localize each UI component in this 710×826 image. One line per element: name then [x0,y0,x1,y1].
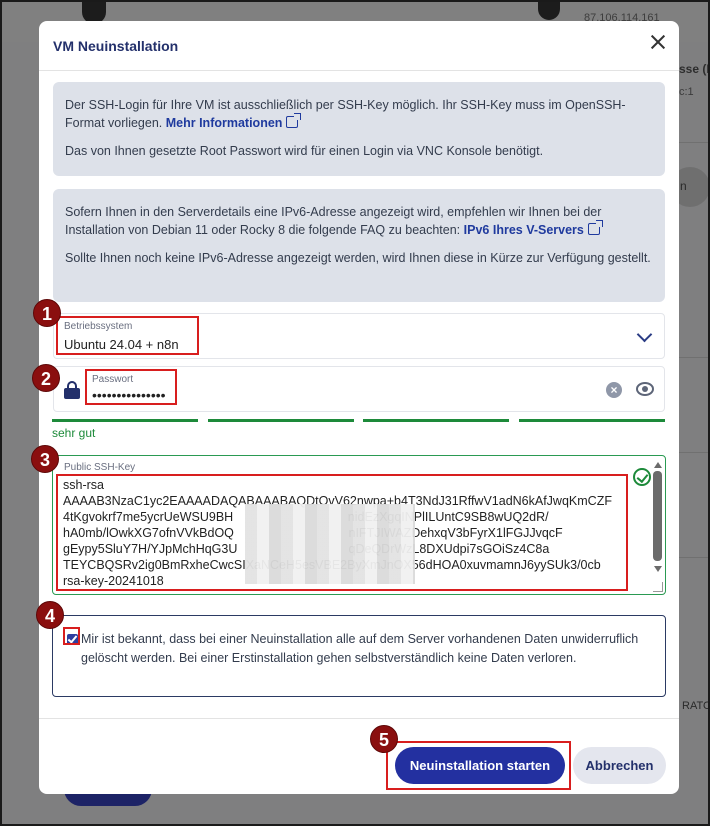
strength-segment [519,419,665,422]
reinstall-modal: VM Neuinstallation Der SSH-Login für Ihr… [39,21,679,794]
backdrop-side-sub: c:1 [679,86,694,98]
consent-text: Mir ist bekannt, dass bei einer Neuinsta… [81,632,639,665]
start-reinstall-button[interactable]: Neuinstallation starten [395,747,565,784]
close-icon[interactable] [647,31,669,53]
ipv6-pending-info: Sollte Ihnen noch keine IPv6-Adresse ang… [65,251,651,265]
backdrop-pill-label: n [680,179,687,193]
valid-check-icon [633,468,651,486]
show-password-eye-icon[interactable] [636,382,654,396]
step-badge-4: 4 [36,601,64,629]
lock-icon [64,381,80,399]
strength-segment [208,419,354,422]
backdrop-side-heading: sse (IP [679,62,710,76]
ssh-key-label: Public SSH-Key [64,462,136,473]
backdrop-divider [679,357,708,358]
ssh-key-field[interactable]: Public SSH-Key ssh-rsa AAAAB3NzaC1yc2EAA… [52,455,666,595]
external-link-icon [587,220,603,235]
ssh-key-line: ssh-rsa [63,478,104,492]
strength-segment [363,419,509,422]
consent-checkbox[interactable] [67,634,78,645]
scroll-up-arrow-icon[interactable] [654,462,662,468]
redacted-blur [245,504,415,584]
password-label: Passwort [92,374,134,385]
ssh-info-text: Der SSH-Login für Ihre VM ist ausschließ… [65,98,626,130]
root-password-info: Das von Ihnen gesetzte Root Passwort wir… [65,144,544,158]
backdrop-rato-text: RATO [682,700,710,712]
backdrop-divider [679,452,708,453]
screenshot-frame: 87.106.114.161 sse (IP c:1 n RATO VM Neu… [0,0,710,826]
os-select[interactable]: Betriebssystem Ubuntu 24.04 + n8n [53,313,665,359]
backdrop-divider [679,557,708,558]
external-link-icon [286,113,302,128]
step-badge-3: 3 [31,445,59,473]
password-strength-meter [52,419,666,423]
step-badge-2: 2 [32,364,60,392]
consent-box: Mir ist bekannt, dass bei einer Neuinsta… [52,615,666,697]
ipv6-info-paragraph: Sofern Ihnen in den Serverdetails eine I… [65,203,653,239]
ipv6-info-box: Sofern Ihnen in den Serverdetails eine I… [53,189,665,302]
cancel-button[interactable]: Abbrechen [573,747,666,784]
more-info-link[interactable]: Mehr Informationen [166,116,283,130]
modal-header: VM Neuinstallation [39,21,679,71]
clear-icon[interactable]: × [606,382,622,398]
password-field[interactable]: Passwort ••••••••••••••• × [53,366,665,412]
password-input[interactable]: ••••••••••••••• [92,387,166,403]
backdrop-divider [679,142,708,143]
os-select-label: Betriebssystem [64,321,133,332]
strength-segment [52,419,198,422]
password-strength-text: sehr gut [52,426,96,440]
ssh-info-box: Der SSH-Login für Ihre VM ist ausschließ… [53,82,665,176]
footer-divider [39,718,679,719]
scroll-thumb[interactable] [653,471,662,561]
scroll-down-arrow-icon[interactable] [654,566,662,572]
textarea-scrollbar[interactable] [653,462,662,590]
chevron-down-icon[interactable] [636,326,653,343]
resize-grip-icon[interactable] [653,582,663,592]
os-select-value: Ubuntu 24.04 + n8n [64,337,179,352]
step-badge-5: 5 [370,725,398,753]
step-badge-1: 1 [33,299,61,327]
ipv6-faq-link[interactable]: IPv6 Ihres V-Servers [464,223,584,237]
ssh-info-paragraph: Der SSH-Login für Ihre VM ist ausschließ… [65,96,653,132]
modal-title: VM Neuinstallation [53,38,179,54]
